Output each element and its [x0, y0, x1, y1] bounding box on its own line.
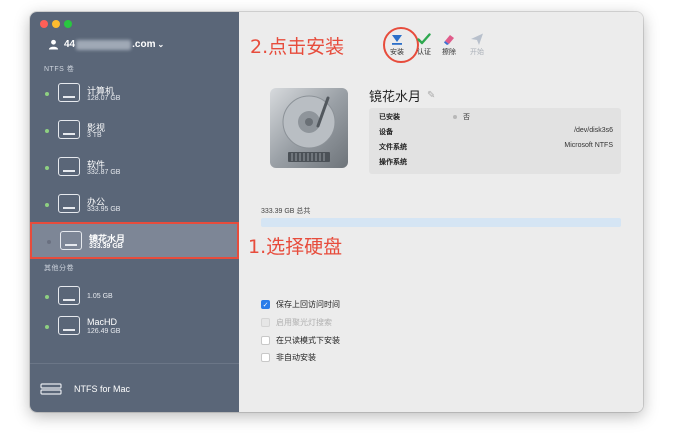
install-icon [392, 35, 402, 45]
section-label-ntfs: NTFS 卷 [44, 66, 75, 73]
option-no-automount[interactable]: 非自动安装 [261, 352, 316, 363]
open-label: 开始 [470, 49, 484, 56]
annotation-step-2: 2.点击安装 [250, 36, 345, 58]
sidebar-volume-video[interactable]: 影视 3 TB [30, 113, 239, 150]
verify-label: 认证 [417, 49, 431, 56]
info-key: 操作系统 [379, 159, 407, 166]
option-label: 保存上回访问时间 [276, 300, 340, 309]
disk-icon [58, 316, 80, 335]
status-dot-icon [453, 115, 457, 120]
mounted-dot-icon [45, 92, 49, 96]
total-capacity: 333.39 GB 总共 [261, 208, 311, 215]
info-key: 文件系统 [379, 144, 407, 151]
volume-size: 332.87 GB [87, 169, 121, 176]
info-value: 否 [453, 112, 470, 122]
zoom-window-button[interactable] [64, 20, 72, 28]
checkbox-icon[interactable] [261, 336, 270, 345]
brand-footer: NTFS for Mac [30, 363, 239, 412]
pencil-icon[interactable]: ✎ [427, 90, 435, 101]
account-menu[interactable]: 44 .com ⌄ [48, 39, 164, 50]
sidebar: 44 .com ⌄ NTFS 卷 计算机 128.07 GB 影视 3 TB 软… [30, 12, 239, 412]
info-row-device: 设备 /dev/disk3s6 [379, 125, 613, 139]
section-label-other: 其他分卷 [44, 265, 74, 272]
volume-title-text: 镜花水月 [369, 89, 422, 104]
volume-size: 1.05 GB [87, 293, 113, 300]
account-redaction [76, 39, 132, 50]
volume-title: 镜花水月 ✎ [369, 86, 435, 105]
verify-button[interactable]: 认证 [417, 32, 431, 57]
disk-icon [58, 120, 80, 139]
unmounted-dot-icon [47, 240, 51, 244]
app-window: 44 .com ⌄ NTFS 卷 计算机 128.07 GB 影视 3 TB 软… [30, 12, 643, 412]
mounted-dot-icon [45, 203, 49, 207]
checkmark-icon [417, 33, 431, 45]
install-button[interactable]: 安装 [390, 32, 404, 57]
volume-size: 333.95 GB [87, 206, 121, 213]
option-label: 非自动安装 [276, 353, 316, 362]
eraser-icon [444, 35, 454, 45]
checkbox-checked-icon[interactable]: ✓ [261, 300, 270, 309]
option-read-only[interactable]: 在只读模式下安装 [261, 335, 340, 346]
erase-label: 擦除 [442, 49, 456, 56]
volume-size: 333.39 GB [89, 243, 123, 250]
minimize-window-button[interactable] [52, 20, 60, 28]
info-key: 设备 [379, 129, 393, 136]
brand-name: NTFS for Mac [74, 384, 131, 394]
option-label: 在只读模式下安装 [276, 336, 340, 345]
account-suffix: .com [132, 39, 156, 50]
close-window-button[interactable] [40, 20, 48, 28]
volume-info-panel: 已安装 否 设备 /dev/disk3s6 文件系统 Microsoft NTF… [369, 108, 621, 174]
account-prefix: 44 [64, 39, 76, 50]
mounted-dot-icon [45, 325, 49, 329]
sidebar-volume-machd[interactable]: MacHD 126.49 GB [30, 309, 239, 346]
sidebar-volume-computer[interactable]: 计算机 128.07 GB [30, 76, 239, 113]
disk-icon [60, 231, 82, 250]
annotation-step-1: 1.选择硬盘 [248, 236, 343, 258]
send-icon [471, 33, 483, 45]
info-row-filesystem: 文件系统 Microsoft NTFS [379, 140, 613, 154]
volume-size: 126.49 GB [87, 328, 121, 335]
sidebar-volume-office[interactable]: 办公 333.95 GB [30, 187, 239, 224]
volume-size: 128.07 GB [87, 95, 121, 102]
usage-bar [261, 218, 621, 227]
info-value: /dev/disk3s6 [574, 127, 613, 134]
info-value-text: 否 [463, 114, 470, 121]
ntfs-logo-icon [40, 383, 62, 395]
info-key: 已安装 [379, 114, 400, 121]
install-label: 安装 [390, 49, 404, 56]
disk-icon [58, 286, 80, 305]
mounted-dot-icon [45, 295, 49, 299]
option-label: 启用聚光灯搜索 [276, 318, 332, 327]
volume-name: MacHD [87, 317, 118, 327]
user-icon [48, 39, 59, 50]
sidebar-volume-jinghuashuiyue[interactable]: 镜花水月 333.39 GB [30, 222, 239, 259]
info-row-installed: 已安装 否 [379, 110, 613, 124]
disk-icon [58, 194, 80, 213]
disk-icon [58, 83, 80, 102]
mounted-dot-icon [45, 166, 49, 170]
mounted-dot-icon [45, 129, 49, 133]
sidebar-volume-software[interactable]: 软件 332.87 GB [30, 150, 239, 187]
hard-drive-icon [270, 88, 348, 168]
option-spotlight: 启用聚光灯搜索 [261, 317, 332, 328]
checkbox-disabled-icon [261, 318, 270, 327]
main-panel: 2.点击安装 安装 认证 擦除 开始 镜花水月 ✎ 已安装 否 设备 /dev/… [239, 12, 643, 412]
disk-icon [58, 157, 80, 176]
checkbox-icon[interactable] [261, 353, 270, 362]
open-button[interactable]: 开始 [470, 32, 484, 57]
erase-button[interactable]: 擦除 [442, 32, 456, 57]
chevron-down-icon: ⌄ [157, 40, 165, 49]
option-keep-access-time[interactable]: ✓ 保存上回访问时间 [261, 299, 340, 310]
info-value: Microsoft NTFS [564, 142, 613, 149]
volume-size: 3 TB [87, 132, 102, 139]
info-row-os: 操作系统 [379, 155, 613, 169]
